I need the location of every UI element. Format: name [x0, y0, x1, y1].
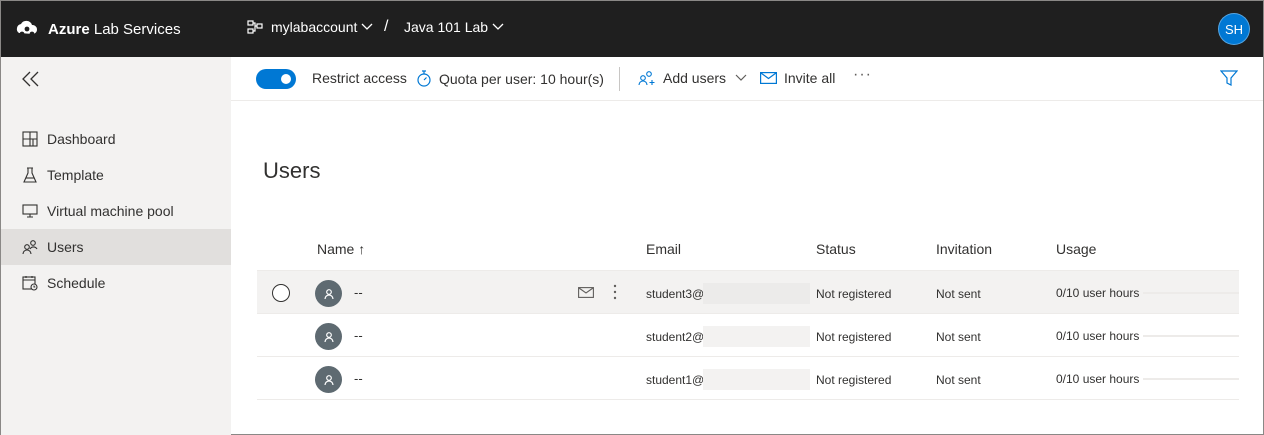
breadcrumb-lab[interactable]: Java 101 Lab: [404, 19, 504, 35]
email-redaction: [703, 283, 810, 304]
lab-account-icon: [247, 20, 263, 34]
usage-text: 0/10 user hours: [1056, 372, 1140, 386]
brand-name: Azure Lab Services: [48, 20, 181, 38]
user-name: --: [354, 328, 363, 343]
add-users-button[interactable]: Add users: [638, 70, 747, 86]
chevron-down-icon: [361, 23, 373, 30]
sidebar-item-label: Dashboard: [47, 131, 116, 147]
sidebar-item-label: Schedule: [47, 275, 106, 291]
email-redaction: [703, 326, 810, 347]
sidebar-item-label: Users: [47, 239, 84, 255]
sidebar-item-schedule[interactable]: Schedule: [1, 265, 231, 301]
sidebar: Dashboard Template Virtual machine pool …: [1, 57, 231, 435]
send-invitation-icon[interactable]: [578, 287, 594, 298]
user-email: student3@: [646, 287, 705, 301]
add-users-icon: [638, 71, 655, 86]
column-header-invitation[interactable]: Invitation: [936, 241, 992, 257]
users-table: Name ↑ Email Status Invitation Usage -- …: [257, 227, 1239, 400]
usage-text: 0/10 user hours: [1056, 286, 1140, 300]
sidebar-nav: Dashboard Template Virtual machine pool …: [1, 121, 231, 301]
restrict-access-toggle[interactable]: [256, 69, 296, 89]
usage-bar: [1143, 335, 1239, 337]
user-email: student1@: [646, 373, 705, 387]
column-header-email[interactable]: Email: [646, 241, 681, 257]
breadcrumb-separator: /: [384, 18, 389, 35]
azure-lab-services-logo-icon: [16, 20, 38, 37]
invitation-status: Not sent: [936, 330, 981, 344]
usage-bar: [1143, 292, 1239, 294]
usage-bar: [1143, 378, 1239, 380]
chevron-down-icon: [735, 74, 747, 81]
mail-icon: [760, 72, 777, 84]
sidebar-item-dashboard[interactable]: Dashboard: [1, 121, 231, 157]
table-row[interactable]: -- student1@ Not registered Not sent 0/1…: [257, 357, 1239, 400]
filter-icon[interactable]: [1220, 69, 1238, 87]
row-select-radio[interactable]: [272, 284, 290, 302]
collapse-sidebar-icon[interactable]: [21, 69, 41, 89]
invitation-status: Not sent: [936, 287, 981, 301]
command-divider: [619, 67, 620, 91]
breadcrumb-lab-account[interactable]: mylabaccount: [243, 19, 373, 35]
usage-text: 0/10 user hours: [1056, 329, 1140, 343]
command-bar: Restrict access Quota per user: 10 hour(…: [231, 57, 1263, 101]
top-bar: Azure Lab Services mylabaccount / Java 1…: [1, 1, 1263, 57]
more-commands-button[interactable]: ···: [853, 66, 872, 84]
quota-label: Quota per user: 10 hour(s): [439, 70, 604, 87]
user-avatar-icon: [315, 323, 342, 350]
user-avatar[interactable]: SH: [1218, 13, 1250, 45]
user-status: Not registered: [816, 330, 892, 344]
column-header-status[interactable]: Status: [816, 241, 856, 257]
sidebar-item-virtual-machine-pool[interactable]: Virtual machine pool: [1, 193, 231, 229]
users-icon: [21, 238, 39, 256]
calendar-icon: [21, 274, 39, 292]
chevron-down-icon: [492, 23, 504, 30]
invite-all-button[interactable]: Invite all: [760, 70, 835, 86]
user-avatar-icon: [315, 280, 342, 307]
table-header: Name ↑ Email Status Invitation Usage: [257, 227, 1239, 271]
email-redaction: [703, 369, 810, 390]
flask-icon: [21, 166, 39, 184]
user-name: --: [354, 285, 363, 300]
stopwatch-icon: [417, 70, 431, 87]
breadcrumb-label: Java 101 Lab: [404, 19, 489, 35]
invite-all-label: Invite all: [784, 70, 836, 86]
user-initials: SH: [1224, 21, 1244, 37]
user-status: Not registered: [816, 373, 892, 387]
more-vertical-icon[interactable]: [613, 284, 617, 300]
sidebar-item-template[interactable]: Template: [1, 157, 231, 193]
brand[interactable]: Azure Lab Services: [15, 19, 181, 39]
user-name: --: [354, 371, 363, 386]
restrict-access-label: Restrict access: [312, 70, 407, 86]
invitation-status: Not sent: [936, 373, 981, 387]
table-row[interactable]: -- student3@ Not registered Not sent 0/1…: [257, 271, 1239, 314]
column-header-usage[interactable]: Usage: [1056, 241, 1096, 257]
sidebar-item-users[interactable]: Users: [1, 229, 231, 265]
column-header-name[interactable]: Name ↑: [317, 241, 365, 257]
user-avatar-icon: [315, 366, 342, 393]
breadcrumb-label: mylabaccount: [271, 19, 358, 35]
dashboard-icon: [21, 130, 39, 148]
page-title: Users: [263, 158, 321, 183]
user-status: Not registered: [816, 287, 892, 301]
add-users-label: Add users: [663, 70, 727, 86]
sidebar-item-label: Template: [47, 167, 104, 183]
sidebar-item-label: Virtual machine pool: [47, 203, 174, 219]
quota-button[interactable]: Quota per user: 10 hour(s): [416, 70, 604, 87]
monitor-icon: [21, 202, 39, 220]
table-row[interactable]: -- student2@ Not registered Not sent 0/1…: [257, 314, 1239, 357]
user-email: student2@: [646, 330, 705, 344]
